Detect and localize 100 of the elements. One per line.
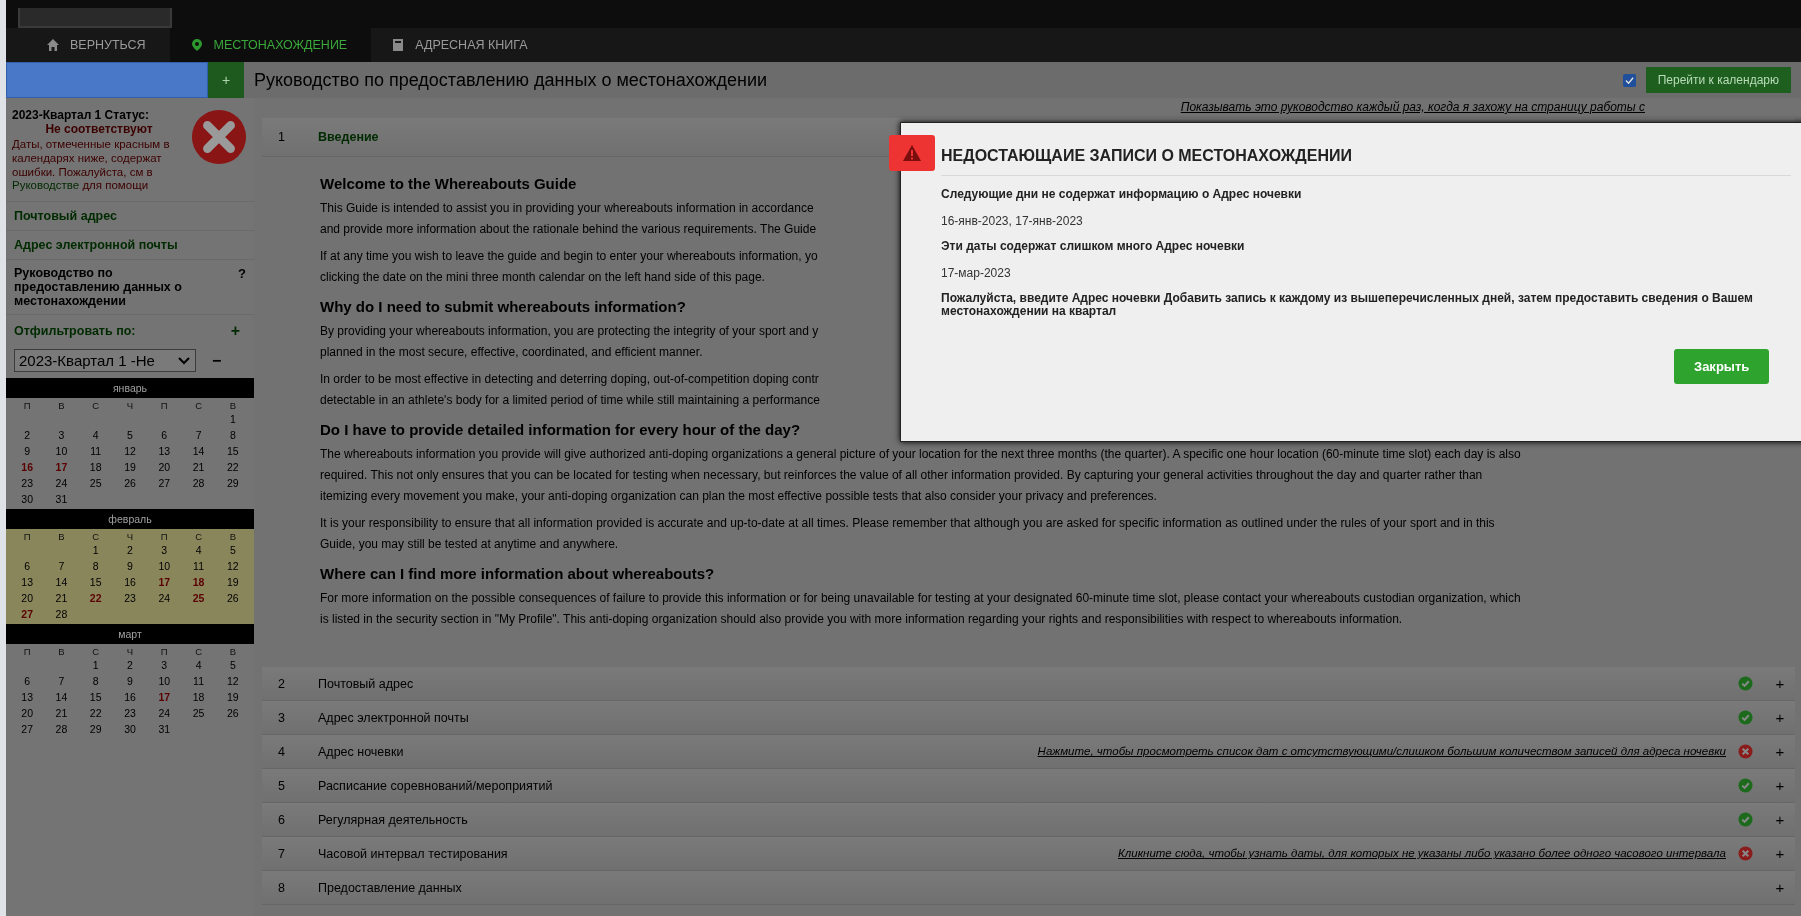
calendar-day[interactable]: 29 bbox=[215, 476, 250, 492]
add-button[interactable]: + bbox=[1765, 675, 1795, 692]
add-button[interactable]: + bbox=[1765, 845, 1795, 862]
calendar-day[interactable]: 24 bbox=[147, 706, 182, 722]
calendar-day[interactable]: 13 bbox=[10, 690, 45, 706]
calendar-day[interactable]: 7 bbox=[44, 559, 79, 575]
calendar-day[interactable]: 26 bbox=[215, 591, 250, 607]
calendar-day[interactable]: 8 bbox=[78, 559, 113, 575]
calendar-day[interactable]: 8 bbox=[78, 674, 113, 690]
calendar-day[interactable]: 1 bbox=[78, 658, 113, 674]
calendar-day[interactable]: 28 bbox=[181, 476, 216, 492]
close-button[interactable]: Закрыть bbox=[1674, 349, 1770, 384]
calendar-day[interactable]: 12 bbox=[215, 559, 250, 575]
calendar-day[interactable]: 3 bbox=[147, 658, 182, 674]
calendar-day[interactable]: 1 bbox=[215, 412, 250, 428]
calendar-day[interactable]: 2 bbox=[112, 658, 148, 674]
add-button[interactable]: + bbox=[1765, 743, 1795, 760]
add-filter-button[interactable]: + bbox=[224, 321, 246, 342]
calendar-day[interactable]: 3 bbox=[44, 428, 79, 444]
calendar-day[interactable]: 8 bbox=[215, 428, 250, 444]
calendar-day[interactable]: 2 bbox=[112, 543, 148, 559]
calendar-day[interactable]: 17 bbox=[44, 460, 79, 476]
calendar-day[interactable]: 10 bbox=[147, 674, 182, 690]
calendar-day[interactable]: 19 bbox=[215, 575, 250, 591]
sidebar-link[interactable]: Адрес электронной почты bbox=[6, 231, 254, 261]
status-link[interactable]: Нажмите, чтобы просмотреть список дат с отсутствующими/слишком большим количеством записей для адреса ночевки bbox=[1037, 745, 1726, 758]
calendar-day[interactable]: 13 bbox=[147, 444, 182, 460]
remove-filter-button[interactable]: − bbox=[206, 350, 228, 371]
calendar-day[interactable]: 19 bbox=[215, 690, 250, 706]
calendar-day[interactable]: 31 bbox=[147, 722, 182, 738]
calendar-day[interactable]: 6 bbox=[10, 674, 45, 690]
calendar-day[interactable]: 11 bbox=[181, 559, 216, 575]
calendar-day[interactable]: 21 bbox=[181, 460, 216, 476]
calendar-day[interactable]: 16 bbox=[112, 575, 148, 591]
sidebar-link[interactable]: Почтовый адрес bbox=[6, 202, 254, 232]
calendar-day[interactable]: 28 bbox=[44, 722, 79, 738]
calendar-day[interactable]: 1 bbox=[78, 543, 113, 559]
calendar-day[interactable]: 24 bbox=[147, 591, 182, 607]
section-row[interactable]: 5 Расписание соревнований/мероприятий + bbox=[262, 769, 1795, 803]
calendar-day[interactable]: 23 bbox=[112, 591, 148, 607]
calendar-day[interactable]: 9 bbox=[112, 674, 148, 690]
calendar-day[interactable]: 20 bbox=[10, 706, 45, 722]
calendar-day[interactable]: 18 bbox=[181, 690, 216, 706]
calendar-day[interactable]: 23 bbox=[10, 476, 45, 492]
calendar-day[interactable]: 4 bbox=[78, 428, 113, 444]
calendar-day[interactable]: 3 bbox=[147, 543, 182, 559]
calendar-day[interactable]: 27 bbox=[147, 476, 182, 492]
calendar-day[interactable]: 11 bbox=[181, 674, 216, 690]
calendar-day[interactable]: 23 bbox=[112, 706, 148, 722]
calendar-day[interactable]: 5 bbox=[215, 658, 250, 674]
calendar-day[interactable]: 29 bbox=[78, 722, 113, 738]
calendar-day[interactable]: 16 bbox=[112, 690, 148, 706]
calendar-day[interactable]: 19 bbox=[112, 460, 148, 476]
calendar-day[interactable]: 15 bbox=[78, 575, 113, 591]
calendar-day[interactable]: 31 bbox=[44, 492, 79, 508]
calendar-day[interactable]: 12 bbox=[215, 674, 250, 690]
calendar-day[interactable]: 18 bbox=[78, 460, 113, 476]
calendar-day[interactable]: 6 bbox=[10, 559, 45, 575]
calendar-day[interactable]: 7 bbox=[181, 428, 216, 444]
calendar-day[interactable]: 30 bbox=[10, 492, 45, 508]
calendar-day[interactable]: 17 bbox=[147, 575, 182, 591]
section-row[interactable]: 2 Почтовый адрес + bbox=[262, 667, 1795, 701]
calendar-day[interactable]: 18 bbox=[181, 575, 216, 591]
calendar-day[interactable]: 14 bbox=[44, 690, 79, 706]
calendar-day[interactable]: 15 bbox=[78, 690, 113, 706]
calendar-day[interactable]: 17 bbox=[147, 690, 182, 706]
sidebar-item[interactable]: Руководство по предоставлению данных о местонахождении bbox=[14, 266, 204, 309]
calendar-day[interactable]: 21 bbox=[44, 591, 79, 607]
add-button[interactable]: + bbox=[1765, 709, 1795, 726]
calendar-day[interactable]: 12 bbox=[112, 444, 148, 460]
show-guide-link[interactable]: Показывать это руководство каждый раз, когда я захожу на страницу работы с bbox=[1180, 100, 1645, 118]
calendar-day[interactable]: 6 bbox=[147, 428, 182, 444]
calendar-day[interactable]: 28 bbox=[44, 607, 79, 623]
calendar-day[interactable]: 22 bbox=[78, 591, 113, 607]
calendar-day[interactable]: 9 bbox=[112, 559, 148, 575]
section-row[interactable]: 7 Часовой интервал тестирования Кликните сюда, чтобы узнать даты, для которых не указаны либо указано более одного часового интервала + bbox=[262, 837, 1795, 871]
calendar-day[interactable]: 13 bbox=[10, 575, 45, 591]
add-button[interactable]: + bbox=[1765, 811, 1795, 828]
calendar-day[interactable]: 30 bbox=[112, 722, 148, 738]
calendar-day[interactable]: 15 bbox=[215, 444, 250, 460]
calendar-day[interactable]: 9 bbox=[10, 444, 45, 460]
calendar-day[interactable]: 14 bbox=[44, 575, 79, 591]
calendar-day[interactable]: 16 bbox=[10, 460, 45, 476]
calendar-day[interactable]: 5 bbox=[112, 428, 148, 444]
add-button[interactable]: + bbox=[1765, 777, 1795, 794]
section-row[interactable]: 8 Предоставление данных + bbox=[262, 871, 1795, 905]
add-button[interactable]: + bbox=[208, 62, 244, 98]
calendar-day[interactable]: 25 bbox=[78, 476, 113, 492]
calendar-day[interactable]: 5 bbox=[215, 543, 250, 559]
calendar-button[interactable]: Перейти к календарю bbox=[1645, 67, 1791, 93]
calendar-day[interactable]: 7 bbox=[44, 674, 79, 690]
calendar-day[interactable]: 10 bbox=[147, 559, 182, 575]
calendar-day[interactable]: 22 bbox=[78, 706, 113, 722]
calendar-day[interactable]: 11 bbox=[78, 444, 113, 460]
guide-link[interactable]: Руководстве bbox=[12, 179, 80, 192]
section-row[interactable]: 6 Регулярная деятельность + bbox=[262, 803, 1795, 837]
section-row[interactable]: 4 Адрес ночевки Нажмите, чтобы просмотреть список дат с отсутствующими/слишком большим количеством записей для адреса ночевки + bbox=[262, 735, 1795, 769]
section-row[interactable]: 3 Адрес электронной почты + bbox=[262, 701, 1795, 735]
calendar-day[interactable]: 20 bbox=[147, 460, 182, 476]
quarter-dropdown[interactable]: 2023-Квартал 1 -Не bbox=[14, 349, 196, 373]
